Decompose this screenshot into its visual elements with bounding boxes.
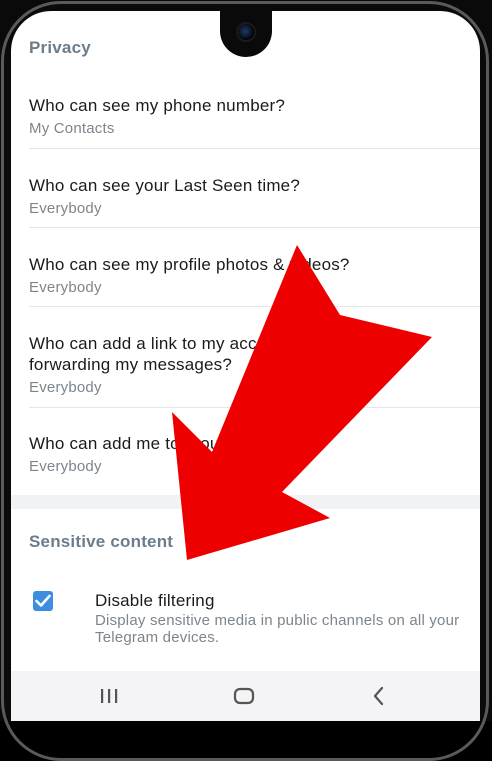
divider	[29, 227, 480, 228]
setting-group-chats[interactable]: Who can add me to group chats? Everybody	[11, 433, 480, 475]
setting-phone-number[interactable]: Who can see my phone number? My Contacts	[11, 95, 480, 137]
setting-value: My Contacts	[29, 120, 115, 137]
setting-value: Everybody	[29, 279, 102, 296]
setting-title: Who can see my phone number?	[29, 96, 286, 115]
setting-title: Who can add me to group chats?	[29, 434, 286, 453]
section-gap	[11, 495, 480, 509]
setting-value: Everybody	[29, 379, 102, 396]
front-camera	[236, 22, 256, 42]
settings-screen: Privacy Who can see my phone number? My …	[11, 11, 480, 721]
setting-value: Everybody	[29, 200, 102, 217]
system-nav-bar	[11, 671, 480, 721]
divider	[29, 407, 480, 408]
recents-icon[interactable]	[97, 684, 121, 708]
setting-title: Who can see my profile photos & videos?	[29, 255, 350, 274]
setting-title: Who can see your Last Seen time?	[29, 176, 300, 195]
setting-last-seen[interactable]: Who can see your Last Seen time? Everybo…	[11, 175, 480, 217]
privacy-section-header: Privacy	[29, 38, 91, 57]
disable-filtering-checkbox[interactable]	[33, 591, 53, 611]
back-icon[interactable]	[367, 684, 391, 708]
phone-frame: Privacy Who can see my phone number? My …	[0, 0, 492, 761]
divider	[29, 148, 480, 149]
disable-filtering-description: Display sensitive media in public channe…	[95, 612, 460, 646]
setting-value: Everybody	[29, 458, 102, 475]
setting-forwarded-messages[interactable]: Who can add a link to my account when fo…	[11, 333, 480, 396]
check-icon	[35, 594, 51, 607]
setting-title: Who can add a link to my account when fo…	[29, 334, 337, 374]
disable-filtering-label[interactable]: Disable filtering	[95, 591, 215, 611]
divider	[29, 306, 480, 307]
setting-profile-photos[interactable]: Who can see my profile photos & videos? …	[11, 254, 480, 296]
sensitive-section-header: Sensitive content	[29, 532, 174, 551]
home-icon[interactable]	[232, 684, 256, 708]
